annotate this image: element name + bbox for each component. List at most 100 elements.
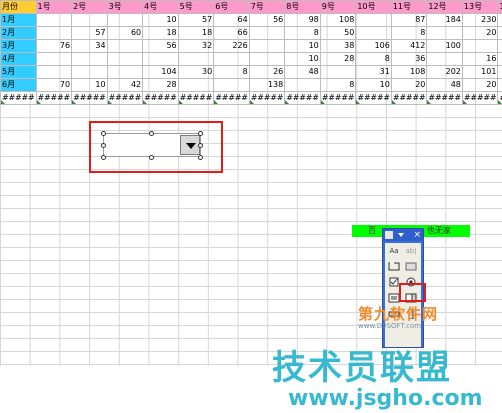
resize-handle[interactable] — [101, 155, 106, 160]
data-cell[interactable]: 57 — [177, 13, 215, 27]
groupbox-tool-icon[interactable] — [387, 261, 401, 273]
data-cell[interactable]: 20 — [390, 78, 428, 92]
data-cell[interactable]: 18 — [142, 26, 179, 40]
data-cell[interactable]: 10 — [284, 39, 321, 53]
data-cell[interactable]: 412 — [390, 39, 428, 53]
data-cell[interactable]: 48 — [426, 78, 463, 92]
data-cell[interactable]: 58 — [497, 52, 502, 66]
data-cell[interactable] — [177, 52, 215, 66]
day-header-cell[interactable]: 7号 — [248, 0, 286, 14]
dropdown-arrow-button[interactable] — [180, 135, 200, 155]
data-cell[interactable]: 28 — [319, 52, 357, 66]
resize-handle[interactable] — [198, 143, 203, 148]
data-cell[interactable] — [213, 52, 250, 66]
data-cell[interactable]: 70 — [35, 78, 73, 92]
toolbox-menu-icon[interactable] — [385, 231, 393, 239]
data-cell[interactable]: 10 — [142, 13, 179, 27]
data-cell[interactable] — [319, 65, 357, 79]
data-cell[interactable]: 87 — [390, 13, 428, 27]
data-cell[interactable] — [35, 52, 73, 66]
month-label-cell[interactable]: 5月 — [0, 65, 37, 79]
data-cell[interactable]: 114 — [497, 65, 502, 79]
resize-handle[interactable] — [149, 155, 154, 160]
data-cell[interactable] — [35, 13, 73, 27]
data-cell[interactable]: 104 — [142, 65, 179, 79]
data-cell[interactable]: 20 — [461, 78, 499, 92]
overflow-cell[interactable]: ##### — [213, 91, 250, 105]
data-cell[interactable]: 184 — [426, 13, 463, 27]
day-header-cell[interactable]: 5号 — [177, 0, 215, 14]
data-cell[interactable]: 108 — [319, 13, 357, 27]
data-cell[interactable] — [35, 65, 73, 79]
data-cell[interactable] — [106, 52, 144, 66]
resize-handle[interactable] — [101, 143, 106, 148]
data-cell[interactable]: 8 — [284, 26, 321, 40]
data-cell[interactable] — [35, 26, 73, 40]
day-header-cell[interactable]: 3号 — [106, 0, 144, 14]
data-cell[interactable] — [248, 26, 286, 40]
data-cell[interactable] — [177, 78, 215, 92]
data-cell[interactable]: 8 — [319, 78, 357, 92]
data-cell[interactable]: 56 — [248, 13, 286, 27]
day-header-cell[interactable]: 4号 — [142, 0, 179, 14]
data-cell[interactable] — [355, 13, 392, 27]
month-label-cell[interactable]: 1月 — [0, 13, 37, 27]
data-cell[interactable] — [213, 78, 250, 92]
day-header-cell[interactable]: 14号 — [497, 0, 502, 14]
day-header-cell[interactable]: 11号 — [390, 0, 428, 14]
label-tool[interactable]: Aa — [387, 245, 401, 257]
data-cell[interactable]: 10 — [284, 52, 321, 66]
data-cell[interactable] — [71, 13, 108, 27]
resize-handle[interactable] — [198, 131, 203, 136]
day-header-cell[interactable]: 10号 — [355, 0, 392, 14]
data-cell[interactable]: 34 — [71, 39, 108, 53]
data-cell[interactable]: 48 — [284, 65, 321, 79]
toolbox-close-icon[interactable]: × — [413, 229, 421, 241]
resize-handle[interactable] — [198, 155, 203, 160]
data-cell[interactable] — [426, 26, 463, 40]
textbox-tool[interactable]: ab| — [404, 245, 418, 257]
data-cell[interactable]: 50 — [319, 26, 357, 40]
overflow-cell[interactable]: ##### — [355, 91, 392, 105]
data-cell[interactable] — [497, 39, 502, 53]
overflow-cell[interactable]: ##### — [106, 91, 144, 105]
data-cell[interactable]: 230 — [461, 13, 499, 27]
day-header-cell[interactable]: 13号 — [461, 0, 499, 14]
overflow-cell[interactable]: ##### — [71, 91, 108, 105]
data-cell[interactable] — [71, 52, 108, 66]
overflow-cell[interactable]: ##### — [0, 91, 37, 105]
data-cell[interactable]: 28 — [142, 78, 179, 92]
data-cell[interactable] — [142, 52, 179, 66]
overflow-cell[interactable]: ##### — [497, 91, 502, 105]
combo-box-control[interactable] — [103, 133, 201, 157]
toolbox-options-arrow-icon[interactable] — [398, 233, 404, 237]
month-label-cell[interactable]: 3月 — [0, 39, 37, 53]
overflow-cell[interactable]: ##### — [177, 91, 215, 105]
month-label-cell[interactable]: 2月 — [0, 26, 37, 40]
data-cell[interactable]: 36 — [390, 52, 428, 66]
data-cell[interactable] — [248, 52, 286, 66]
day-header-cell[interactable]: 9号 — [319, 0, 357, 14]
data-cell[interactable]: 8 — [390, 26, 428, 40]
data-cell[interactable]: 101 — [461, 65, 499, 79]
data-cell[interactable]: 32 — [177, 39, 215, 53]
day-header-cell[interactable]: 2号 — [71, 0, 108, 14]
month-label-cell[interactable]: 4月 — [0, 52, 37, 66]
day-header-cell[interactable]: 8号 — [284, 0, 321, 14]
data-cell[interactable]: 26 — [248, 65, 286, 79]
month-label-cell[interactable]: 6月 — [0, 78, 37, 92]
data-cell[interactable]: 38 — [319, 39, 357, 53]
data-cell[interactable]: 100 — [426, 39, 463, 53]
data-cell[interactable] — [106, 65, 144, 79]
data-cell[interactable] — [426, 52, 463, 66]
data-cell[interactable]: 108 — [390, 65, 428, 79]
data-cell[interactable]: 226 — [213, 39, 250, 53]
data-cell[interactable] — [71, 65, 108, 79]
data-cell[interactable]: 57 — [71, 26, 108, 40]
resize-handle[interactable] — [149, 131, 154, 136]
data-cell[interactable]: 30 — [177, 65, 215, 79]
overflow-cell[interactable]: ##### — [319, 91, 357, 105]
overflow-cell[interactable]: ##### — [390, 91, 428, 105]
overflow-cell[interactable]: ##### — [426, 91, 463, 105]
data-cell[interactable]: 16 — [461, 52, 499, 66]
